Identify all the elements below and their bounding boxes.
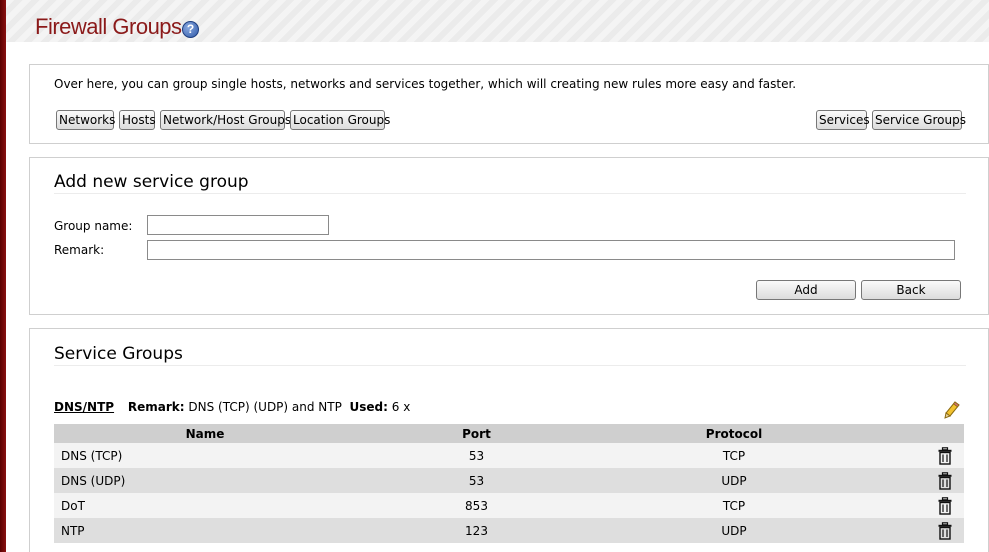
services-button[interactable]: Services: [816, 110, 870, 130]
remark-input[interactable]: [147, 240, 955, 260]
back-button[interactable]: Back: [861, 280, 961, 300]
row-port: 123: [349, 518, 604, 543]
group-meta: DNS/NTP Remark: DNS (TCP) (UDP) and NTP …: [54, 400, 410, 414]
column-header-name: Name: [54, 424, 349, 443]
row-name: NTP: [54, 518, 349, 543]
network-host-groups-button[interactable]: Network/Host Groups: [160, 110, 291, 130]
row-port: 53: [349, 468, 604, 493]
trash-icon[interactable]: [938, 496, 952, 515]
row-name: DNS (TCP): [54, 443, 349, 468]
row-port: 53: [349, 443, 604, 468]
location-groups-button[interactable]: Location Groups: [290, 110, 390, 130]
section-divider: [54, 365, 966, 366]
table-header-row: Name Port Protocol: [54, 424, 964, 443]
group-remark: DNS (TCP) (UDP) and NTP: [188, 400, 342, 414]
row-protocol: TCP: [604, 443, 864, 468]
hosts-button[interactable]: Hosts: [119, 110, 156, 130]
remark-key: Remark:: [127, 400, 185, 414]
group-name-link[interactable]: DNS/NTP: [54, 400, 114, 414]
intro-text: Over here, you can group single hosts, n…: [54, 77, 797, 91]
group-used-count: 6 x: [391, 400, 411, 414]
group-name-label: Group name:: [54, 219, 133, 233]
row-port: 853: [349, 493, 604, 518]
add-service-group-panel: Add new service group Group name: Remark…: [29, 157, 989, 315]
table-row: NTP 123 UDP: [54, 518, 964, 543]
networks-button[interactable]: Networks: [56, 110, 115, 130]
table-row: DNS (UDP) 53 UDP: [54, 468, 964, 493]
row-protocol: TCP: [604, 493, 864, 518]
column-header-actions: [864, 424, 964, 443]
service-groups-panel: Service Groups DNS/NTP Remark: DNS (TCP)…: [29, 328, 989, 552]
help-icon[interactable]: ?: [182, 21, 199, 38]
column-header-protocol: Protocol: [604, 424, 864, 443]
left-accent-bar: [0, 0, 6, 552]
service-group-table: Name Port Protocol DNS (TCP) 53 TCP DNS …: [54, 424, 964, 543]
table-row: DoT 853 TCP: [54, 493, 964, 518]
row-protocol: UDP: [604, 518, 864, 543]
table-row: DNS (TCP) 53 TCP: [54, 443, 964, 468]
row-name: DoT: [54, 493, 349, 518]
page-header: Firewall Groups ?: [6, 0, 989, 42]
service-groups-button[interactable]: Service Groups: [872, 110, 966, 130]
intro-panel: Over here, you can group single hosts, n…: [29, 64, 989, 144]
column-header-port: Port: [349, 424, 604, 443]
group-name-input[interactable]: [147, 215, 329, 235]
remark-label: Remark:: [54, 243, 105, 257]
add-form-title: Add new service group: [54, 172, 249, 192]
page-title: Firewall Groups: [35, 14, 182, 39]
trash-icon[interactable]: [938, 471, 952, 490]
pencil-icon[interactable]: [944, 401, 960, 419]
service-groups-title: Service Groups: [54, 344, 183, 364]
used-key: Used:: [349, 400, 388, 414]
trash-icon[interactable]: [938, 521, 952, 540]
add-button[interactable]: Add: [756, 280, 856, 300]
row-protocol: UDP: [604, 468, 864, 493]
trash-icon[interactable]: [938, 446, 952, 465]
row-name: DNS (UDP): [54, 468, 349, 493]
section-divider: [54, 193, 966, 194]
